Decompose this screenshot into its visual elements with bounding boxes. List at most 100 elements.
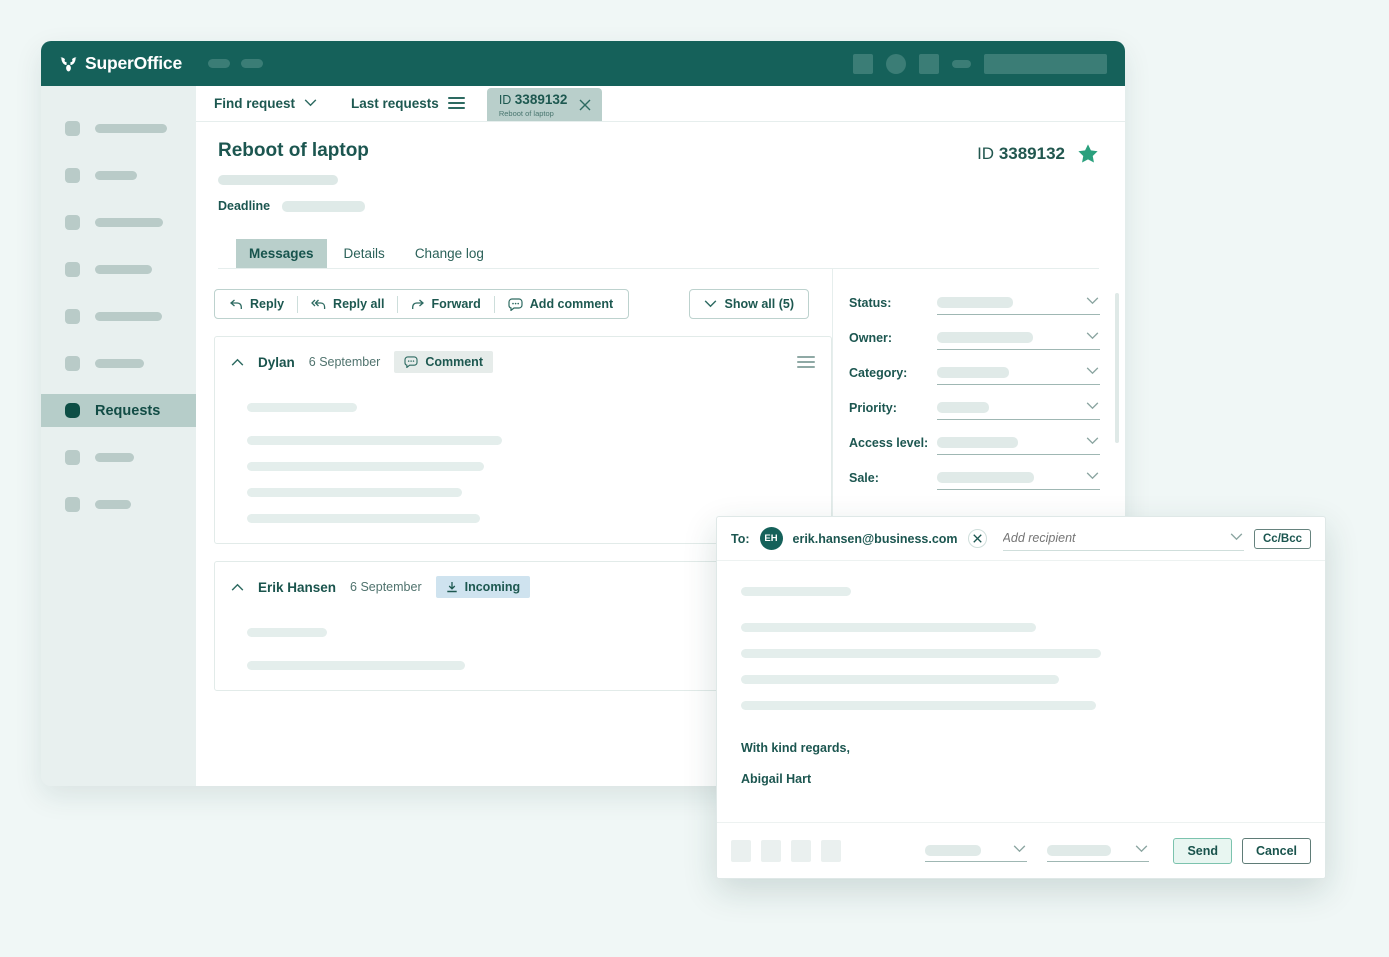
circle-1[interactable] [886,53,906,74]
superoffice-logo[interactable]: SuperOffice [59,53,182,74]
body-line [741,675,1059,684]
sidebar-icon-3 [65,215,80,230]
format-button-2[interactable] [761,839,782,862]
close-icon[interactable] [579,99,591,111]
sidebar-item-requests[interactable]: Requests [41,394,196,427]
request-tabbar: Find request Last requests ID 3389132 Re… [196,86,1125,122]
forward-button[interactable]: Forward [398,290,493,318]
field-label: Status: [849,296,892,310]
chevron-down-icon [1086,437,1099,445]
add-comment-button[interactable]: Add comment [495,290,626,318]
logo-text: SuperOffice [85,53,182,73]
field-label: Owner: [849,331,893,345]
footer-dropdown-1[interactable] [925,840,1028,862]
send-button[interactable]: Send [1173,837,1233,864]
chevron-down-icon [1086,367,1099,375]
add-recipient-input[interactable] [1002,531,1244,545]
reply-all-icon [311,299,326,309]
tab-messages[interactable]: Messages [236,239,327,268]
composer-body[interactable]: With kind regards, Abigail Hart [717,561,1325,822]
signature-line-1: With kind regards, [741,741,850,755]
field-control[interactable] [937,361,1100,385]
reply-label: Reply [250,297,285,311]
sidebar-icon-1 [65,121,80,136]
sidebar-item-3[interactable] [41,206,196,239]
reply-button[interactable]: Reply [217,290,297,318]
chevron-down-icon [304,99,317,107]
forward-icon [412,299,425,309]
tab-change-log[interactable]: Change log [402,239,497,268]
pill-1[interactable] [952,59,971,68]
message-date: 6 September [350,580,422,594]
request-subtabs: Messages Details Change log [218,239,1099,269]
find-request-button[interactable]: Find request [214,86,329,121]
message-menu-icon[interactable] [797,356,815,368]
body-line [247,403,357,412]
reply-all-button[interactable]: Reply all [298,290,397,318]
sidebar-label-1 [95,124,167,133]
email-composer-dialog: To: EH erik.hansen@business.com Cc/Bcc W… [716,516,1326,879]
sidebar-label-8 [95,453,134,462]
nav-pill-1[interactable] [208,59,230,68]
sidebar-item-4[interactable] [41,253,196,286]
sidebar-item-8[interactable] [41,441,196,474]
chevron-down-icon[interactable] [1230,532,1243,541]
request-id-group: ID 3389132 [977,140,1099,164]
add-recipient-field[interactable] [1002,527,1244,551]
add-comment-label: Add comment [529,297,614,311]
cancel-button[interactable]: Cancel [1242,837,1312,864]
chevron-up-icon[interactable] [231,358,244,366]
sidebar-item-2[interactable] [41,159,196,192]
field-value-placeholder [937,332,1033,343]
field-control[interactable] [937,431,1100,455]
square-1[interactable] [853,53,873,74]
field-control[interactable] [937,466,1100,490]
details-scrollbar[interactable] [1115,293,1119,443]
sidebar-item-1[interactable] [41,112,196,145]
deadline-value-placeholder[interactable] [282,200,366,212]
format-button-3[interactable] [791,839,812,862]
open-request-tab-id: ID 3389132 [498,91,568,107]
open-request-tab[interactable]: ID 3389132 Reboot of laptop [486,88,603,121]
tab-details[interactable]: Details [331,239,398,268]
body-line [247,661,465,670]
body-line [247,514,480,523]
body-line [247,628,327,637]
field-control[interactable] [937,326,1100,350]
cc-bcc-button[interactable]: Cc/Bcc [1254,528,1311,549]
star-icon[interactable] [1077,143,1099,164]
chevron-up-icon[interactable] [231,583,244,591]
body-line [741,587,851,596]
format-button-4[interactable] [821,839,842,862]
request-subtitle-placeholder [218,175,338,185]
format-button-1[interactable] [731,839,752,862]
remove-recipient-button[interactable] [967,529,987,548]
sidebar-item-9[interactable] [41,488,196,521]
field-control[interactable] [937,291,1100,315]
sidebar-item-5[interactable] [41,300,196,333]
field-control[interactable] [937,396,1100,420]
last-requests-button[interactable]: Last requests [351,86,477,121]
field-label: Priority: [849,401,897,415]
show-all-button[interactable]: Show all (5) [688,289,809,319]
show-all-label: Show all (5) [724,297,794,311]
comment-bubble-icon [404,356,418,368]
sidebar-icon-6 [65,356,80,371]
sidebar-label-5 [95,312,162,321]
badge-label: Comment [425,355,483,369]
sidebar-label-2 [95,171,137,180]
field-owner: Owner: [849,326,1100,350]
body-line [247,462,484,471]
requests-icon [65,403,80,418]
list-menu-icon [447,97,465,109]
sidebar-item-6[interactable] [41,347,196,380]
square-2[interactable] [919,53,939,74]
sidebar-icon-9 [65,497,80,512]
field-category: Category: [849,361,1100,385]
field-sale: Sale: [849,466,1100,490]
body-line [741,701,1096,710]
wide-bar-1[interactable] [984,53,1107,74]
footer-dropdown-2[interactable] [1047,840,1150,862]
field-value-placeholder [937,437,1018,448]
nav-pill-2[interactable] [241,59,263,68]
